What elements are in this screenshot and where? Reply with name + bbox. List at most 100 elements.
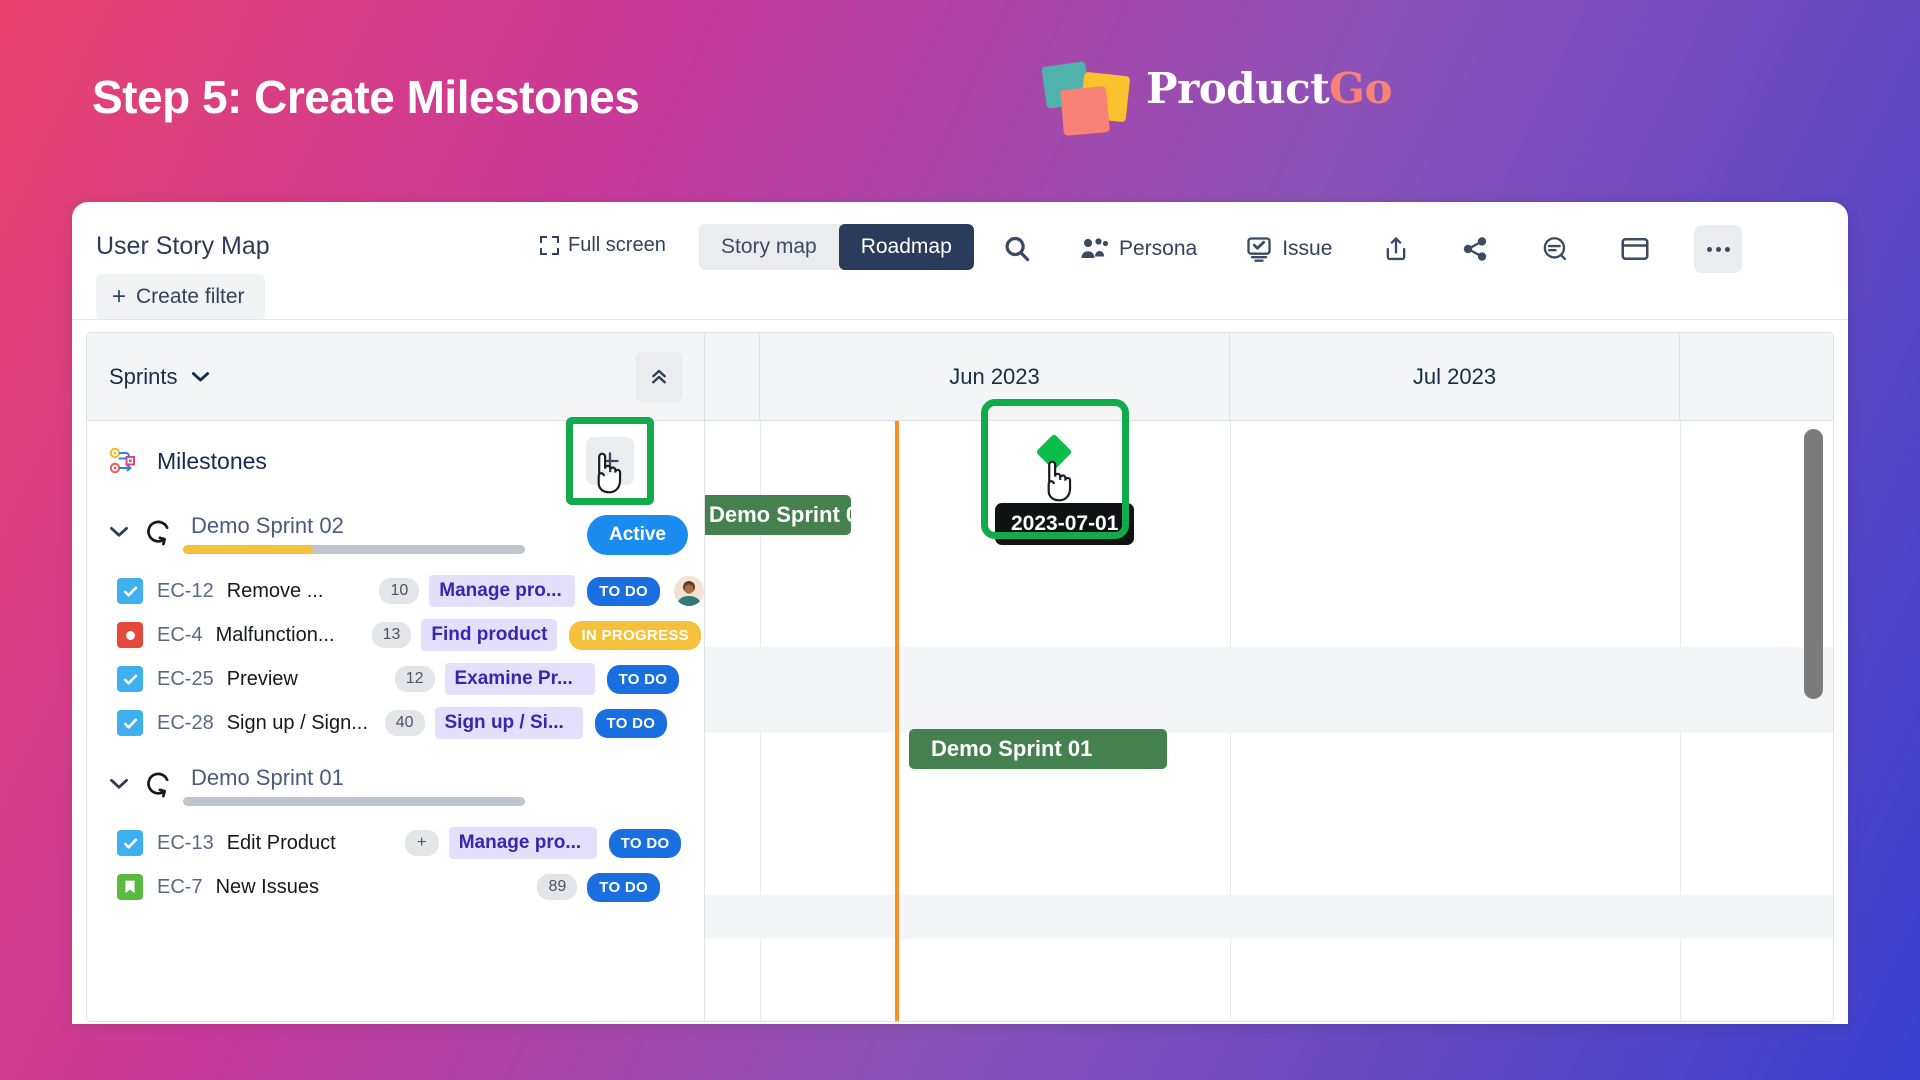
issue-key: EC-13 — [157, 831, 214, 854]
sprints-dropdown-label: Sprints — [109, 363, 178, 389]
search-icon — [1005, 236, 1030, 262]
collapse-all-button[interactable] — [636, 352, 682, 402]
avatar[interactable] — [674, 576, 704, 606]
issue-status-badge[interactable]: IN PROGRESS — [569, 620, 701, 650]
issue-status-badge[interactable]: TO DO — [594, 708, 668, 738]
issue-story-points[interactable]: + — [404, 830, 439, 856]
sprint-row[interactable]: Demo Sprint 01 — [87, 753, 704, 821]
fullscreen-button[interactable]: Full screen — [540, 234, 666, 257]
issue-epic-tag[interactable]: Manage pro... — [429, 575, 576, 607]
tab-roadmap[interactable]: Roadmap — [838, 224, 974, 270]
issue-row[interactable]: EC-28 Sign up / Sign... 40 Sign up / Si.… — [87, 701, 704, 745]
issue-story-points: 10 — [379, 578, 420, 604]
issue-summary: Sign up / Sign... — [226, 711, 368, 734]
issue-key: EC-25 — [157, 667, 214, 690]
issue-type-story-icon — [117, 830, 143, 856]
issue-type-bug-icon — [117, 622, 143, 648]
view-tabs: Story map Roadmap — [699, 224, 974, 270]
logo-wordmark: ProductGo — [1146, 64, 1392, 113]
issue-summary: Remove ... — [226, 579, 324, 602]
issue-key: EC-7 — [157, 875, 203, 898]
issue-type-story-icon — [117, 710, 143, 736]
milestones-row: Milestones — [87, 417, 704, 505]
timeline-bar[interactable]: Demo Sprint 0 — [705, 495, 858, 535]
issue-row[interactable]: EC-25 Preview 12 Examine Pr... TO DO — [87, 657, 704, 701]
page-title: Step 5: Create Milestones — [92, 71, 640, 123]
tab-story-map[interactable]: Story map — [699, 224, 839, 270]
issue-epic-tag[interactable]: Find product — [421, 619, 558, 651]
chevron-down-icon — [110, 778, 128, 789]
issue-row[interactable]: EC-13 Edit Product + Manage pro... TO DO — [87, 821, 704, 865]
productgo-logo: ProductGo — [1041, 56, 1412, 136]
plus-icon — [601, 452, 619, 470]
issue-story-points: 89 — [537, 874, 578, 900]
window-button[interactable] — [1620, 222, 1650, 276]
issue-story-points: 40 — [384, 710, 425, 736]
issue-status-badge[interactable]: TO DO — [608, 828, 682, 858]
logo-squares-icon — [1041, 61, 1140, 136]
timeline-month-spacer — [1680, 333, 1833, 420]
app-header: User Story Map Full screen Story map Roa… — [72, 202, 1848, 320]
timeline-bar[interactable]: Demo Sprint 01 — [909, 729, 1167, 769]
board-sidebar: Sprints Milestones Demo Sprint 02 Active… — [87, 333, 705, 1021]
issue-row[interactable]: EC-7 New Issues 89 TO DO — [87, 865, 704, 909]
persona-button[interactable]: Persona — [1080, 222, 1197, 276]
milestone-marker-icon[interactable] — [1035, 433, 1073, 471]
issue-story-points: 13 — [371, 622, 412, 648]
issue-epic-tag[interactable]: Manage pro... — [448, 827, 597, 859]
issue-type-story-icon — [117, 666, 143, 692]
issue-summary: New Issues — [215, 875, 319, 898]
share-button[interactable] — [1460, 222, 1490, 276]
issue-row[interactable]: EC-12 Remove ... 10 Manage pro... TO DO — [87, 569, 704, 613]
sidebar-header: Sprints — [87, 333, 704, 421]
sprint-expand-toggle[interactable] — [105, 769, 133, 797]
more-options-button[interactable] — [1694, 225, 1743, 273]
persona-icon — [1081, 238, 1109, 258]
export-button[interactable] — [1382, 222, 1410, 276]
milestone-date-tooltip: 2023-07-01 — [995, 503, 1135, 545]
issue-epic-tag[interactable]: Sign up / Si... — [434, 707, 583, 739]
sprint-name: Demo Sprint 01 — [191, 765, 344, 790]
sprint-progress-bar — [183, 797, 525, 806]
issue-epic-tag[interactable]: Examine Pr... — [444, 663, 595, 695]
issue-icon — [1247, 237, 1271, 262]
issue-status-badge[interactable]: TO DO — [587, 576, 660, 606]
timeline-month: Jul 2023 — [1230, 333, 1680, 420]
search-button[interactable] — [1002, 222, 1032, 276]
today-marker — [895, 421, 899, 1021]
issue-summary: Edit Product — [226, 831, 336, 854]
chevron-down-icon — [110, 526, 128, 537]
double-chevron-up-icon — [652, 369, 666, 384]
sprint-icon — [147, 520, 169, 546]
milestones-label: Milestones — [157, 447, 267, 474]
sprints-dropdown[interactable]: Sprints — [109, 364, 210, 390]
timeline-header: Jun 2023 Jul 2023 — [705, 333, 1833, 421]
issue-row[interactable]: EC-4 Malfunction... 13 Find product IN P… — [87, 613, 704, 657]
create-filter-button[interactable]: + Create filter — [96, 274, 265, 320]
fullscreen-icon — [540, 236, 559, 255]
persona-label: Persona — [1119, 237, 1198, 260]
issue-type-epic-icon — [117, 874, 143, 900]
chevron-down-icon — [192, 372, 210, 382]
issue-button[interactable]: Issue — [1245, 222, 1332, 276]
timeline-body: Demo Sprint 0 Demo Sprint 01 2023-07-01 — [705, 399, 1833, 1021]
issue-summary: Preview — [226, 667, 298, 690]
comment-button[interactable] — [1540, 222, 1570, 276]
sprint-row[interactable]: Demo Sprint 02 Active — [87, 501, 704, 569]
header-divider — [72, 319, 1848, 320]
timeline-month: Jun 2023 — [760, 333, 1230, 420]
issue-status-badge[interactable]: TO DO — [587, 872, 660, 902]
toolbar: Persona Issue — [1002, 222, 1743, 276]
app-window: User Story Map Full screen Story map Roa… — [72, 202, 1848, 1024]
issue-status-badge[interactable]: TO DO — [606, 664, 680, 694]
timeline-row-band — [705, 647, 1833, 733]
timeline-scrollbar[interactable] — [1804, 429, 1823, 699]
sprint-expand-toggle[interactable] — [105, 517, 133, 545]
add-milestone-button[interactable] — [586, 437, 634, 485]
page-banner: Step 5: Create Milestones ProductGo — [0, 0, 1920, 200]
logo-word-go: Go — [1329, 64, 1392, 113]
issue-key: EC-28 — [157, 711, 214, 734]
roadmap-board: Sprints Milestones Demo Sprint 02 Active… — [86, 332, 1834, 1022]
issue-summary: Malfunction... — [215, 623, 335, 646]
timeline-panel: Jun 2023 Jul 2023 Demo Sprint 0 Demo Spr… — [705, 333, 1833, 1021]
